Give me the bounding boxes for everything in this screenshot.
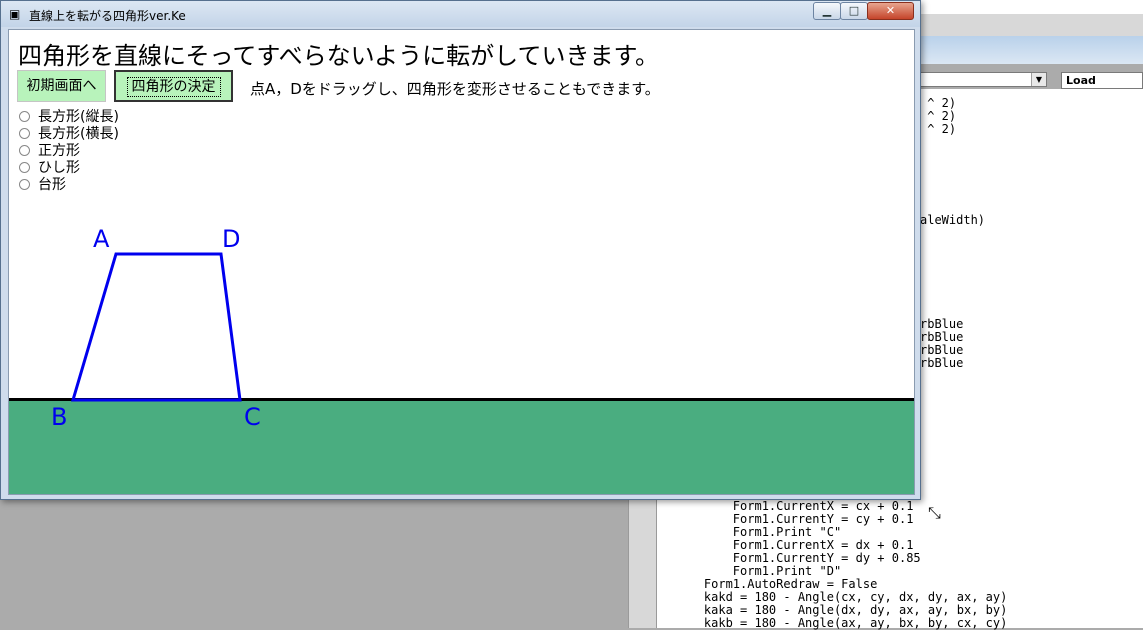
code-line: aleWidth) — [920, 213, 986, 227]
code-editor-bottom[interactable]: Form1.CurrentX = cx + 0.1 Form1.CurrentY… — [656, 500, 1143, 630]
app-window: ▣ 直線上を転がる四角形ver.Ke ▁ □ ✕ 四角形を直線にそってすべらない… — [0, 0, 921, 500]
point-d-label[interactable]: D — [222, 225, 240, 253]
client-area: 四角形を直線にそってすべらないように転がしていきます。 初期画面へ 四角形の決定… — [8, 29, 915, 495]
object-dropdown[interactable]: ▼ — [915, 72, 1047, 87]
title-bar[interactable]: ▣ 直線上を転がる四角形ver.Ke ▁ □ ✕ — [1, 1, 920, 27]
chevron-down-icon[interactable]: ▼ — [1031, 73, 1046, 86]
code-margin — [628, 500, 656, 628]
ide-top-area — [920, 0, 1143, 14]
procedure-dropdown[interactable]: Load — [1061, 72, 1143, 89]
close-button[interactable]: ✕ — [867, 2, 914, 20]
minimize-button[interactable]: ▁ — [813, 2, 841, 20]
quadrilateral-shape — [70, 252, 242, 402]
code-line: kakb = 180 - Angle(ax, ay, bx, by, cx, c… — [675, 616, 1008, 630]
app-icon[interactable]: ▣ — [9, 7, 23, 21]
window-title: 直線上を転がる四角形ver.Ke — [29, 9, 186, 23]
ide-background — [0, 500, 628, 628]
point-c-label: C — [244, 403, 261, 431]
ide-panel-strip — [920, 36, 1143, 64]
drawing-canvas[interactable]: A D B C — [9, 30, 914, 494]
code-line: rbBlue — [920, 356, 964, 370]
resize-cursor-icon: ⤡ — [928, 503, 941, 522]
maximize-button[interactable]: □ — [840, 2, 868, 20]
point-b-label: B — [51, 403, 67, 431]
point-a-label[interactable]: A — [93, 225, 110, 253]
code-line: ^ 2) — [920, 122, 957, 136]
